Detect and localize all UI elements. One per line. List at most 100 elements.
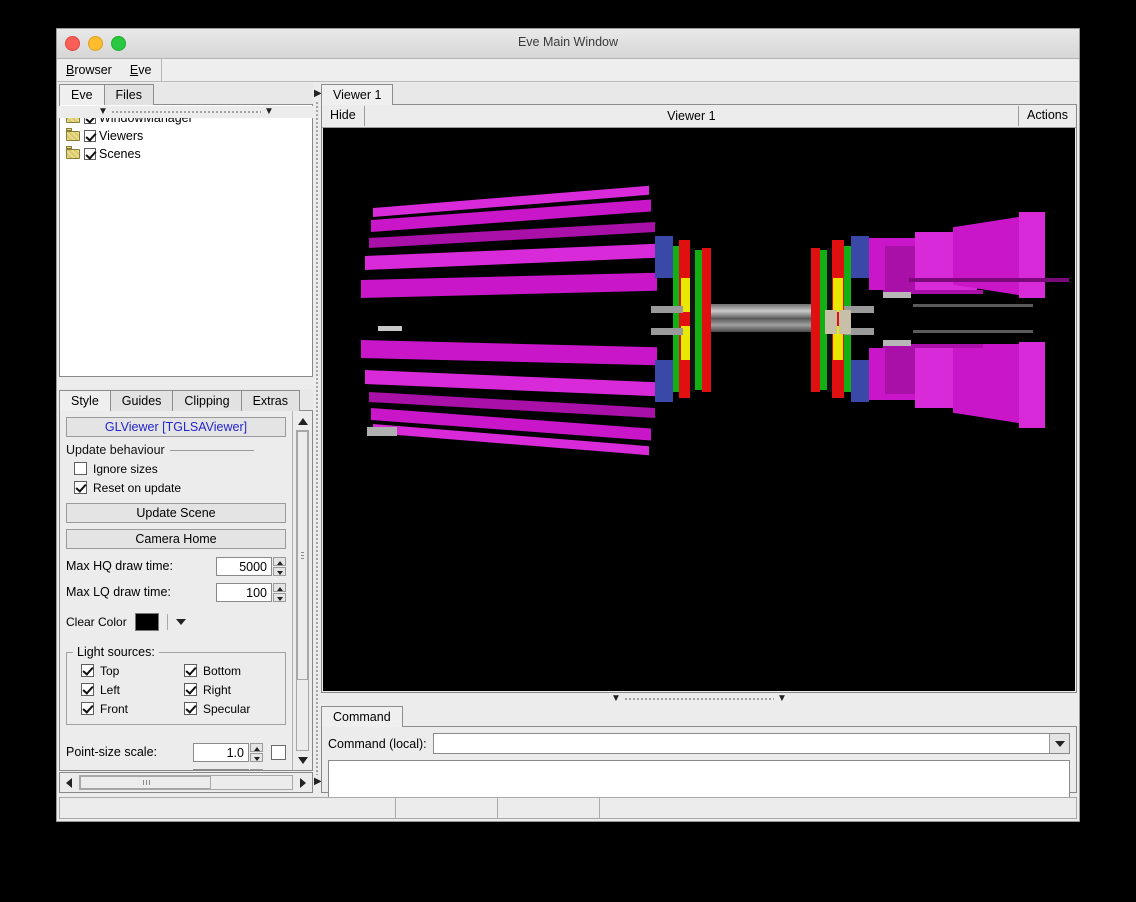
scroll-right-icon[interactable] — [296, 776, 309, 789]
command-input-row: Command (local): — [328, 733, 1070, 754]
light-top-checkbox[interactable] — [81, 664, 94, 677]
chevron-down-icon[interactable]: ▼ — [777, 694, 787, 704]
eve-object-tree[interactable]: WindowManager Viewers Scenes — [59, 105, 313, 377]
menu-eve[interactable]: Eve — [121, 59, 161, 81]
tree-item-checkbox[interactable] — [84, 130, 96, 142]
glviewer-header-button[interactable]: GLViewer [TGLSAViewer] — [66, 417, 286, 437]
hide-button[interactable]: Hide — [322, 106, 365, 126]
reset-on-update-label: Reset on update — [93, 480, 182, 495]
checkbox-ignore-sizes[interactable]: Ignore sizes — [66, 459, 286, 478]
absorber-block — [839, 310, 851, 334]
stepper-down-icon[interactable] — [273, 592, 286, 602]
max-hq-draw-time-input[interactable]: 5000 — [216, 556, 272, 576]
tree-item[interactable]: Viewers — [62, 127, 310, 145]
scrollbar-thumb[interactable] — [80, 776, 212, 789]
scroll-down-icon[interactable] — [296, 753, 310, 767]
main-vertical-splitter[interactable]: ▶ ▶ — [313, 83, 322, 793]
checkbox-reset-on-update[interactable]: Reset on update — [66, 478, 286, 497]
tab-viewer-1[interactable]: Viewer 1 — [321, 84, 394, 106]
stepper-up-icon[interactable] — [250, 742, 263, 752]
tab-files[interactable]: Files — [103, 84, 154, 105]
checkbox-light-front[interactable]: Front — [73, 699, 176, 718]
tab-extras[interactable]: Extras — [240, 390, 301, 411]
line-width-scale-stepper[interactable] — [250, 768, 263, 770]
command-input[interactable] — [434, 734, 1049, 753]
reset-on-update-checkbox[interactable] — [74, 481, 87, 494]
style-vertical-scrollbar[interactable] — [292, 411, 312, 770]
scroll-up-icon[interactable] — [296, 414, 310, 428]
stepper-down-icon[interactable] — [273, 566, 286, 576]
ignore-sizes-label: Ignore sizes — [93, 461, 158, 476]
actions-button[interactable]: Actions — [1018, 106, 1076, 126]
checkbox-light-specular[interactable]: Specular — [176, 699, 279, 718]
tab-guides[interactable]: Guides — [109, 390, 174, 411]
camera-home-button[interactable]: Camera Home — [66, 529, 286, 549]
point-size-scale-stepper[interactable] — [250, 742, 263, 762]
line-width-scale-input[interactable]: 1.0 — [193, 768, 249, 770]
sidebar-horizontal-splitter[interactable]: ▼ ▼ — [59, 106, 313, 118]
detector-element — [655, 360, 673, 402]
point-size-scale-checkbox[interactable] — [271, 744, 286, 760]
scrollbar-trough[interactable] — [296, 430, 309, 751]
stepper-up-icon[interactable] — [250, 768, 263, 770]
max-lq-draw-time-label: Max LQ draw time: — [66, 585, 171, 599]
scrollbar-trough[interactable] — [79, 775, 293, 790]
detector-element — [695, 250, 702, 390]
chevron-down-icon[interactable]: ▼ — [264, 107, 274, 117]
style-horizontal-scrollbar[interactable] — [59, 772, 313, 793]
checkbox-light-right[interactable]: Right — [176, 680, 279, 699]
tab-style[interactable]: Style — [59, 390, 111, 412]
chevron-down-icon[interactable] — [1049, 734, 1069, 753]
detector-element — [378, 326, 402, 331]
tree-item-checkbox[interactable] — [84, 148, 96, 160]
tree-item[interactable]: Scenes — [62, 145, 310, 163]
left-pane: Eve Files WindowManager Viewers Scenes ▼… — [59, 83, 313, 793]
checkbox-light-top[interactable]: Top — [73, 661, 176, 680]
detector-element — [913, 304, 1033, 307]
detector-element — [953, 216, 1025, 296]
detector-element — [851, 360, 869, 402]
viewer-area: Viewer 1 Hide Viewer 1 Actions — [321, 83, 1077, 693]
chevron-down-icon[interactable] — [175, 619, 186, 625]
light-front-checkbox[interactable] — [81, 702, 94, 715]
gl-viewer-canvas[interactable] — [323, 128, 1075, 691]
command-output[interactable] — [328, 760, 1070, 798]
max-hq-draw-time-stepper[interactable] — [273, 556, 286, 576]
tab-eve[interactable]: Eve — [59, 84, 105, 106]
ignore-sizes-checkbox[interactable] — [74, 462, 87, 475]
light-specular-checkbox[interactable] — [184, 702, 197, 715]
tree-item-label: Viewers — [99, 129, 144, 143]
chevron-down-icon[interactable]: ▼ — [98, 107, 108, 117]
max-lq-draw-time-stepper[interactable] — [273, 582, 286, 602]
beam-pipe — [711, 318, 811, 332]
max-lq-draw-time-input[interactable]: 100 — [216, 582, 272, 602]
max-hq-draw-time-row: Max HQ draw time: 5000 — [66, 555, 286, 577]
point-size-scale-input[interactable]: 1.0 — [193, 742, 249, 762]
update-scene-button[interactable]: Update Scene — [66, 503, 286, 523]
stepper-up-icon[interactable] — [273, 556, 286, 566]
style-tabstrip: Style Guides Clipping Extras — [59, 389, 313, 412]
stepper-up-icon[interactable] — [273, 582, 286, 592]
menu-browser[interactable]: Browser — [57, 59, 121, 81]
scrollbar-thumb[interactable] — [297, 431, 308, 680]
command-label: Command (local): — [328, 736, 427, 751]
checkbox-light-bottom[interactable]: Bottom — [176, 661, 279, 680]
viewer-command-splitter[interactable]: ▼ ▼ — [321, 693, 1077, 705]
light-bottom-checkbox[interactable] — [184, 664, 197, 677]
detector-element — [1019, 212, 1045, 298]
light-right-checkbox[interactable] — [184, 683, 197, 696]
command-combobox[interactable] — [432, 733, 1070, 754]
detector-element — [883, 292, 911, 298]
detector-element — [909, 278, 1069, 282]
detector-element — [361, 340, 657, 366]
clear-color-swatch[interactable] — [134, 613, 159, 631]
tab-command[interactable]: Command — [321, 706, 403, 728]
line-width-scale-checkbox[interactable] — [271, 771, 286, 772]
chevron-down-icon[interactable]: ▼ — [611, 694, 621, 704]
checkbox-light-left[interactable]: Left — [73, 680, 176, 699]
light-left-checkbox[interactable] — [81, 683, 94, 696]
line-width-scale-row: Line-width scale: 1.0 — [66, 767, 286, 772]
scroll-left-icon[interactable] — [63, 776, 76, 789]
stepper-down-icon[interactable] — [250, 752, 263, 762]
tab-clipping[interactable]: Clipping — [172, 390, 242, 411]
